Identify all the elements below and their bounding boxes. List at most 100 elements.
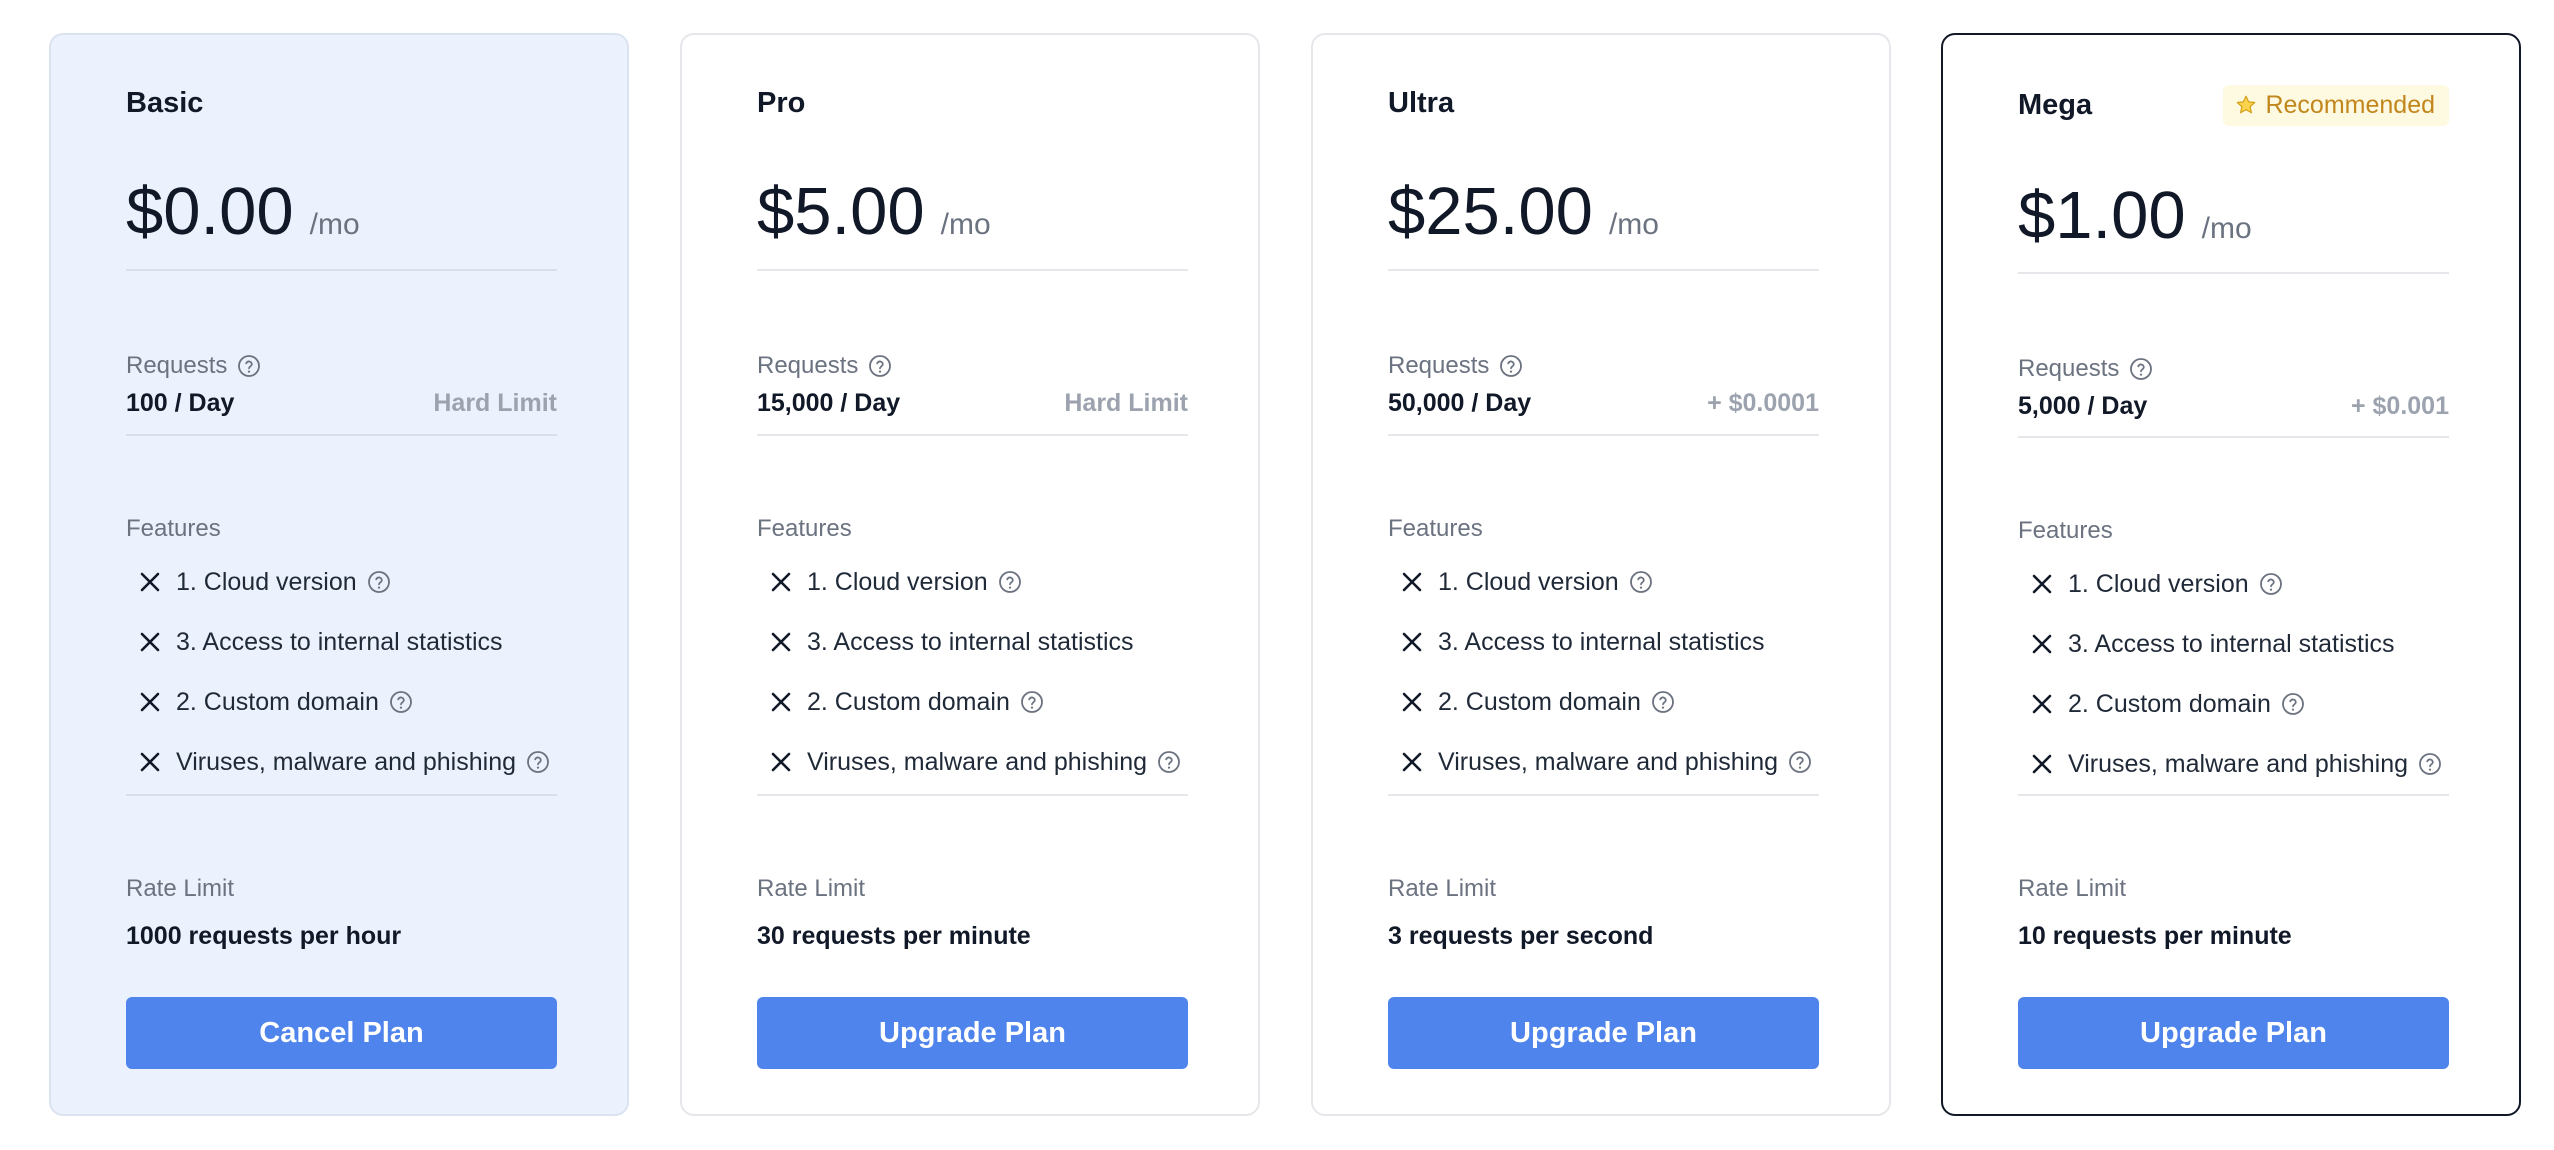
cancel-plan-button[interactable]: Cancel Plan	[126, 997, 557, 1069]
plan-card-basic: Basic $0.00 /mo Requests 100 / Day Hard …	[49, 33, 629, 1116]
rate-limit-value: 1000 requests per hour	[126, 922, 402, 950]
price-period: /mo	[1608, 208, 1659, 241]
feature-text: 3. Access to internal statistics	[176, 627, 503, 656]
feature-text: Viruses, malware and phishing	[807, 747, 1148, 776]
feature-item: 1. Cloud version	[126, 552, 557, 612]
plan-price-row: $5.00 /mo	[757, 173, 991, 250]
x-icon	[1400, 630, 1424, 654]
feature-text: Viruses, malware and phishing	[1438, 747, 1779, 776]
x-icon	[2030, 572, 2054, 596]
feature-item: Viruses, malware and phishing	[126, 732, 557, 792]
plan-price: $25.00	[1388, 174, 1593, 249]
plan-price: $1.00	[2018, 178, 2186, 253]
feature-text: 3. Access to internal statistics	[807, 627, 1134, 656]
feature-item: Viruses, malware and phishing	[1388, 732, 1819, 792]
x-icon	[769, 630, 793, 654]
requests-label: Requests	[757, 352, 892, 380]
help-icon[interactable]	[2418, 752, 2442, 776]
divider	[2018, 794, 2449, 796]
plan-name: Ultra	[1388, 86, 1455, 119]
feature-list: 1. Cloud version 3. Access to internal s…	[1388, 552, 1819, 792]
x-icon	[138, 570, 162, 594]
plan-name: Mega	[2018, 88, 2093, 121]
feature-item: 3. Access to internal statistics	[2018, 614, 2449, 674]
price-period: /mo	[2201, 212, 2252, 245]
x-icon	[2030, 692, 2054, 716]
rate-limit-value: 10 requests per minute	[2018, 922, 2292, 950]
feature-list: 1. Cloud version 3. Access to internal s…	[126, 552, 557, 792]
help-icon[interactable]	[998, 570, 1022, 594]
plan-header: Ultra	[1388, 81, 1819, 125]
feature-item: 2. Custom domain	[2018, 674, 2449, 734]
help-icon[interactable]	[526, 750, 550, 774]
upgrade-plan-button[interactable]: Upgrade Plan	[2018, 997, 2449, 1069]
help-icon[interactable]	[389, 690, 413, 714]
feature-item: 3. Access to internal statistics	[1388, 612, 1819, 672]
help-icon[interactable]	[367, 570, 391, 594]
help-icon[interactable]	[868, 354, 892, 378]
plan-card-pro: Pro $5.00 /mo Requests 15,000 / Day Hard…	[680, 33, 1260, 1116]
plan-name: Basic	[126, 86, 204, 119]
help-icon[interactable]	[1499, 354, 1523, 378]
divider	[126, 434, 557, 436]
rate-limit-label: Rate Limit	[757, 875, 866, 902]
plan-card-content: Ultra $25.00 /mo Requests 50,000 / Day +…	[1388, 35, 1819, 1114]
feature-text: 3. Access to internal statistics	[2068, 629, 2395, 658]
plan-header: Basic	[126, 81, 557, 125]
plan-price-row: $25.00 /mo	[1388, 173, 1659, 250]
help-icon[interactable]	[2281, 692, 2305, 716]
feature-text: Viruses, malware and phishing	[176, 747, 517, 776]
help-icon[interactable]	[1020, 690, 1044, 714]
plan-header: Pro	[757, 81, 1188, 125]
help-icon[interactable]	[1629, 570, 1653, 594]
help-icon[interactable]	[1157, 750, 1181, 774]
rate-limit-label: Rate Limit	[1388, 875, 1497, 902]
x-icon	[138, 690, 162, 714]
feature-text: 1. Cloud version	[176, 567, 357, 596]
plan-card-ultra: Ultra $25.00 /mo Requests 50,000 / Day +…	[1311, 33, 1891, 1116]
rate-limit-value: 30 requests per minute	[757, 922, 1031, 950]
x-icon	[2030, 632, 2054, 656]
help-icon[interactable]	[2259, 572, 2283, 596]
x-icon	[138, 630, 162, 654]
plan-price-row: $0.00 /mo	[126, 173, 360, 250]
plan-card-content: Pro $5.00 /mo Requests 15,000 / Day Hard…	[757, 35, 1188, 1114]
rate-limit-label: Rate Limit	[126, 875, 235, 902]
requests-label: Requests	[2018, 355, 2153, 383]
help-icon[interactable]	[237, 354, 261, 378]
feature-item: Viruses, malware and phishing	[757, 732, 1188, 792]
upgrade-plan-button[interactable]: Upgrade Plan	[1388, 997, 1819, 1069]
feature-item: Viruses, malware and phishing	[2018, 734, 2449, 794]
features-label: Features	[126, 515, 221, 542]
upgrade-plan-button[interactable]: Upgrade Plan	[757, 997, 1188, 1069]
x-icon	[1400, 750, 1424, 774]
divider	[757, 434, 1188, 436]
requests-extra: Hard Limit	[433, 389, 557, 417]
requests-value: 50,000 / Day	[1388, 389, 1532, 417]
help-icon[interactable]	[1651, 690, 1675, 714]
help-icon[interactable]	[1788, 750, 1812, 774]
pricing-plans: Basic $0.00 /mo Requests 100 / Day Hard …	[0, 0, 2554, 1150]
requests-value: 100 / Day	[126, 389, 235, 417]
feature-item: 1. Cloud version	[2018, 554, 2449, 614]
help-icon[interactable]	[2129, 357, 2153, 381]
feature-list: 1. Cloud version 3. Access to internal s…	[757, 552, 1188, 792]
requests-label-text: Requests	[1388, 352, 1490, 379]
requests-label: Requests	[1388, 352, 1523, 380]
divider	[2018, 436, 2449, 438]
feature-text: 1. Cloud version	[1438, 567, 1619, 596]
plan-card-content: Basic $0.00 /mo Requests 100 / Day Hard …	[126, 35, 557, 1114]
plan-header: Mega Recommended	[2018, 83, 2449, 127]
feature-item: 3. Access to internal statistics	[126, 612, 557, 672]
plan-card-mega: Mega Recommended $1.00 /mo Requests 5,00…	[1941, 33, 2521, 1116]
requests-label-text: Requests	[757, 352, 859, 379]
requests-label-text: Requests	[2018, 355, 2120, 382]
divider	[1388, 794, 1819, 796]
requests-row: 50,000 / Day + $0.0001	[1388, 389, 1819, 418]
x-icon	[1400, 690, 1424, 714]
features-label: Features	[2018, 517, 2113, 544]
requests-value: 5,000 / Day	[2018, 392, 2148, 420]
requests-extra: Hard Limit	[1064, 389, 1188, 417]
plan-name: Pro	[757, 86, 806, 119]
rate-limit-label: Rate Limit	[2018, 875, 2127, 902]
